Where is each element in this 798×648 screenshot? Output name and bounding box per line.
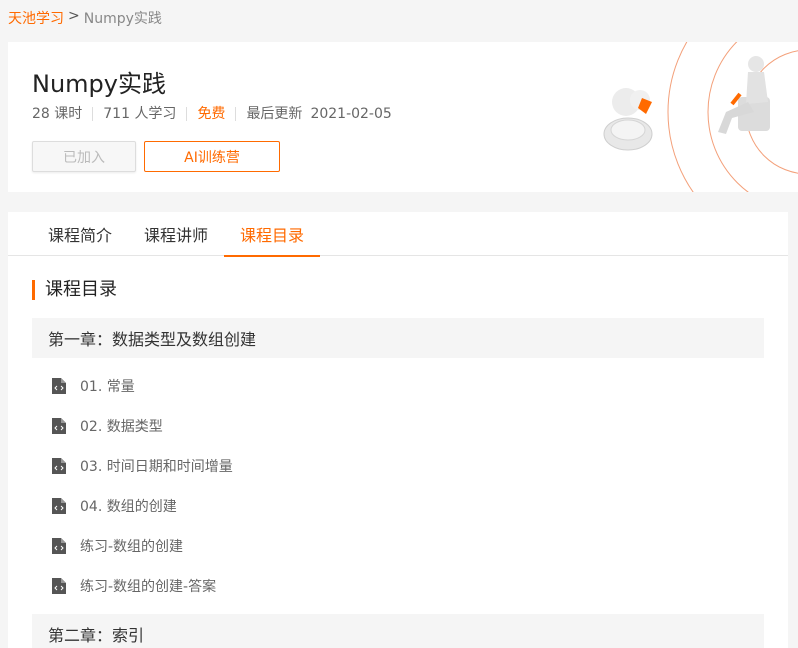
breadcrumb-home-link[interactable]: 天池学习 [8,8,64,28]
lesson-label: 练习-数组的创建-答案 [80,579,217,595]
code-file-icon [52,538,66,554]
tab-instructor[interactable]: 课程讲师 [128,212,224,256]
updated-info: 最后更新 2021-02-05 [235,107,401,121]
ai-camp-button[interactable]: AI训练营 [144,141,280,172]
lesson-label: 练习-数组的创建 [80,539,184,555]
breadcrumb-separator: > [68,8,80,24]
lesson-list: 01. 常量 02. 数据类型 03. 时间日期和时间增量 04. 数组的创建 [52,366,233,606]
code-file-icon [52,418,66,434]
code-file-icon [52,498,66,514]
lessons-count: 28 课时 [32,106,83,122]
lesson-label: 02. 数据类型 [80,419,163,435]
course-header: Numpy实践 28 课时 711 人学习 免费 最后更新 2021-02-05 … [8,42,798,192]
lesson-item[interactable]: 04. 数组的创建 [52,486,233,526]
breadcrumb-current: Numpy实践 [83,11,162,27]
tab-catalog[interactable]: 课程目录 [224,212,321,257]
code-file-icon [52,378,66,394]
code-file-icon [52,578,66,594]
course-cover-illustration [603,42,798,192]
updated-date: 2021-02-05 [310,106,392,122]
joined-button: 已加入 [32,141,136,172]
course-title: Numpy实践 [32,70,166,98]
course-content-panel: 课程简介 课程讲师 课程目录 课程目录 第一章：数据类型及数组创建 01. 常量… [8,212,788,648]
lesson-item[interactable]: 练习-数组的创建 [52,526,233,566]
lesson-label: 01. 常量 [80,379,135,395]
chapter-header[interactable]: 第二章：索引 [32,614,764,648]
course-meta: 28 课时 711 人学习 免费 最后更新 2021-02-05 [32,107,402,121]
lesson-item[interactable]: 03. 时间日期和时间增量 [52,446,233,486]
tab-intro[interactable]: 课程简介 [32,212,128,256]
learners-count: 711 人学习 [92,107,186,121]
section-title: 课程目录 [32,280,117,300]
breadcrumb: 天池学习 > Numpy实践 [8,8,162,28]
tab-bar: 课程简介 课程讲师 课程目录 [8,212,788,257]
lesson-label: 04. 数组的创建 [80,499,177,515]
code-file-icon [52,458,66,474]
lesson-item[interactable]: 02. 数据类型 [52,406,233,446]
lesson-item[interactable]: 01. 常量 [52,366,233,406]
chapter-header[interactable]: 第一章：数据类型及数组创建 [32,318,764,358]
updated-label: 最后更新 [246,106,303,122]
lesson-item[interactable]: 练习-数组的创建-答案 [52,566,233,606]
lesson-label: 03. 时间日期和时间增量 [80,459,233,475]
price-badge: 免费 [186,107,235,121]
